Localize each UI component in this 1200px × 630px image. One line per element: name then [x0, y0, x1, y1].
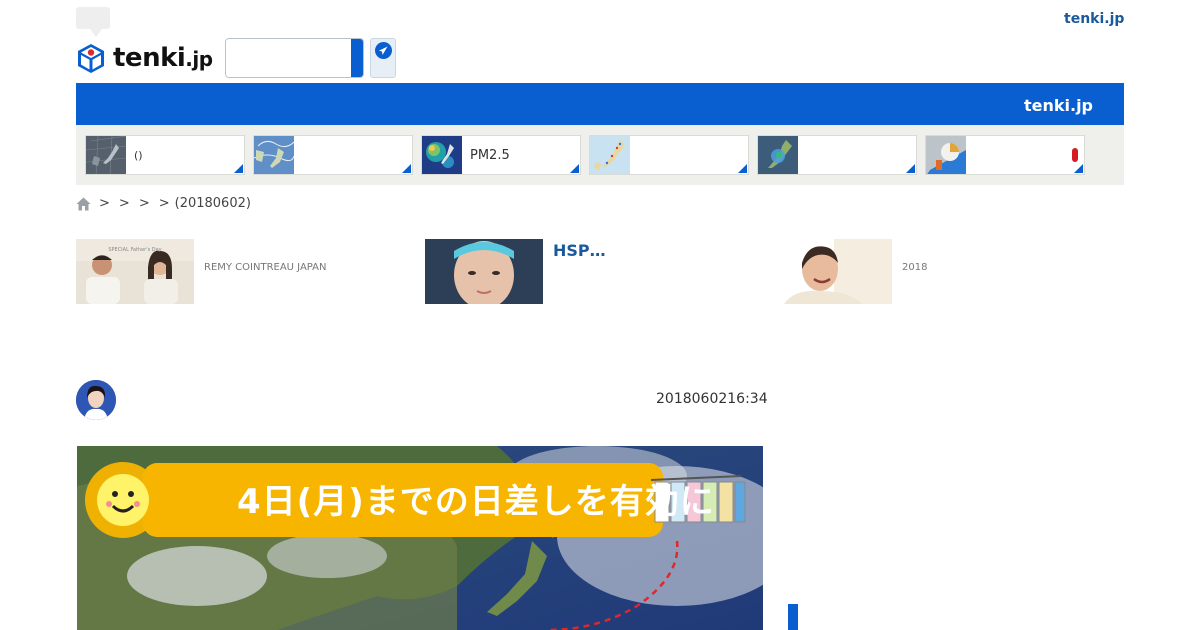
breadcrumb-separator: > [158, 196, 170, 211]
map-card-pm25[interactable]: PM2.5 [421, 135, 581, 175]
warning-map-thumbnail-icon [926, 136, 966, 174]
radar-map-thumbnail-icon [758, 136, 798, 174]
breadcrumb-separator: > [118, 196, 130, 211]
corner-arrow-icon [1074, 164, 1083, 173]
woman-face-photo [425, 239, 543, 304]
search-button[interactable] [351, 39, 363, 77]
promo-title[interactable]: HSP… [553, 239, 606, 304]
corner-arrow-icon [234, 164, 243, 173]
japan-map-thumbnail-icon [86, 136, 126, 174]
fathers-day-photo: SPECIAL Father's Day [76, 239, 194, 304]
map-card-radar[interactable] [757, 135, 917, 175]
map-card-label: PM2.5 [470, 148, 510, 163]
author-avatar[interactable] [76, 380, 116, 420]
article-date: 2018060216:34 [656, 391, 768, 407]
promo-item[interactable]: HSP… [425, 239, 606, 304]
corner-arrow-icon [738, 164, 747, 173]
warning-indicator-icon [1072, 148, 1078, 162]
breadcrumb-current: (20180602) [174, 196, 251, 211]
map-shortcuts: () PM2.5 [76, 125, 1124, 185]
breadcrumb: > > > > (20180602) [76, 196, 251, 211]
corner-arrow-icon [906, 164, 915, 173]
home-icon[interactable] [76, 197, 91, 211]
hero-caption: 4日(月)までの日差しを有効に [237, 482, 715, 522]
weather-chart-thumbnail-icon [254, 136, 294, 174]
promo-item[interactable]: SPECIAL Father's Day REMY COINTREAU JAPA… [76, 239, 327, 304]
navbar-title[interactable]: tenki.jp [1024, 96, 1093, 115]
site-logo[interactable]: tenki.jp [76, 42, 213, 74]
corner-arrow-icon [402, 164, 411, 173]
map-card-weather-chart[interactable] [253, 135, 413, 175]
pm25-map-thumbnail-icon [422, 136, 462, 174]
main-navbar: tenki.jp [76, 83, 1124, 125]
search-input[interactable] [226, 39, 352, 77]
article-hero-image: 4日(月)までの日差しを有効に [77, 446, 763, 630]
breadcrumb-separator: > [138, 196, 150, 211]
map-card-japan[interactable]: () [85, 135, 245, 175]
sun-icon [85, 462, 161, 538]
breadcrumb-separator: > [99, 196, 110, 211]
location-arrow-icon [375, 42, 392, 59]
corner-arrow-icon [570, 164, 579, 173]
promo-sponsor: REMY COINTREAU JAPAN [204, 262, 327, 273]
author-photo [76, 380, 116, 420]
promo-text: 2018 [902, 262, 928, 273]
search-box [225, 38, 364, 78]
sidebar-accent [788, 604, 798, 630]
map-card-temperature[interactable] [589, 135, 749, 175]
svg-text:SPECIAL Father's Day: SPECIAL Father's Day [108, 247, 161, 253]
speech-bubble-icon [76, 7, 110, 37]
japan-temperature-map-thumbnail-icon [590, 136, 630, 174]
promo-item[interactable]: 2018 [774, 239, 927, 304]
top-site-link[interactable]: tenki.jp [1064, 11, 1124, 27]
map-card-label: () [134, 149, 143, 162]
map-card-warning[interactable] [925, 135, 1085, 175]
logo-cube-icon [78, 44, 104, 73]
current-location-button[interactable] [370, 38, 396, 78]
smiling-woman-photo [774, 239, 892, 304]
logo-text: tenki.jp [113, 43, 213, 73]
